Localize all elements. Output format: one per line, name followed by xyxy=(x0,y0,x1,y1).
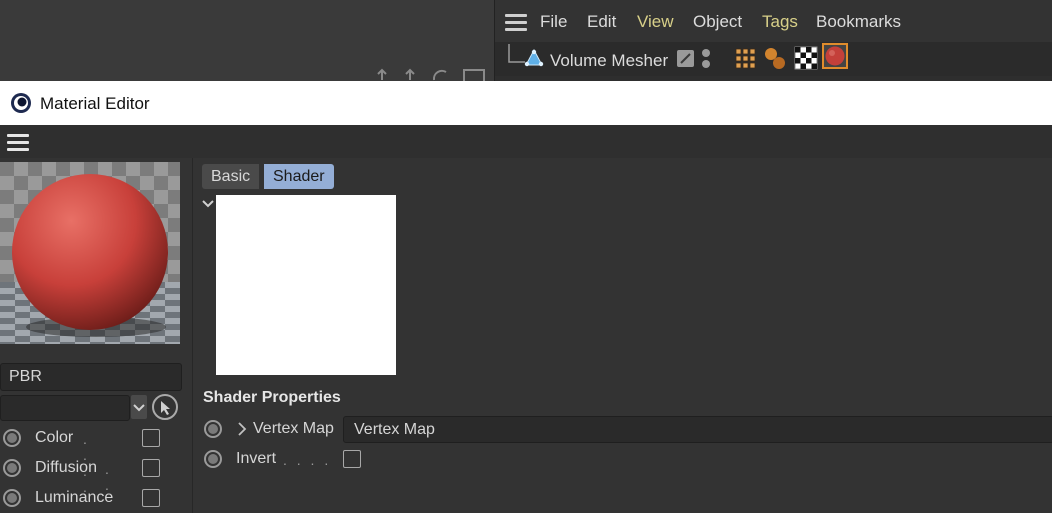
channel-luminance-checkbox[interactable] xyxy=(142,489,160,507)
editor-hamburger-menu-icon[interactable] xyxy=(7,134,29,155)
dotted-leader: . . . . xyxy=(283,452,332,468)
cinema4d-logo-icon xyxy=(11,93,31,113)
section-title: Shader Properties xyxy=(203,389,341,406)
material-editor-toolbar xyxy=(0,125,1052,159)
object-manager-menubar: File Edit View Object Tags Bookmarks xyxy=(495,0,1052,42)
hamburger-menu-icon[interactable] xyxy=(505,14,527,35)
spheres-tag-icon[interactable] xyxy=(763,46,787,70)
invert-keyframe-icon[interactable] xyxy=(204,450,222,468)
material-tag-selected-icon[interactable] xyxy=(822,43,848,69)
shader-preview xyxy=(216,195,396,375)
tab-basic[interactable]: Basic xyxy=(202,164,260,189)
material-editor-titlebar[interactable]: Material Editor xyxy=(0,81,1052,125)
channel-luminance-label: Luminance xyxy=(35,489,114,506)
checker-tag-icon[interactable] xyxy=(794,46,818,70)
menu-view[interactable]: View xyxy=(637,12,674,32)
menu-file[interactable]: File xyxy=(540,12,567,32)
render-visibility-dots-icon[interactable] xyxy=(702,49,710,68)
menu-tags[interactable]: Tags xyxy=(762,12,798,32)
viewport-nav-icons[interactable] xyxy=(370,66,490,82)
pick-cursor-icon[interactable] xyxy=(152,394,178,420)
invert-checkbox[interactable] xyxy=(343,450,361,468)
menu-bookmarks[interactable]: Bookmarks xyxy=(816,12,901,32)
vertex-map-keyframe-icon[interactable] xyxy=(204,420,222,438)
tab-shader[interactable]: Shader xyxy=(264,164,334,189)
object-row[interactable]: Volume Mesher xyxy=(495,42,1052,76)
chevron-down-icon[interactable] xyxy=(131,395,147,419)
window-title: Material Editor xyxy=(40,94,150,113)
channel-color-checkbox[interactable] xyxy=(142,429,160,447)
channel-diffusion-checkbox[interactable] xyxy=(142,459,160,477)
material-preview[interactable] xyxy=(0,162,180,344)
channel-color-keyframe-icon[interactable] xyxy=(3,429,21,447)
material-left-panel: PBR Color . . . . Diffusion . . Luminanc… xyxy=(0,158,193,513)
channel-diffusion-label: Diffusion xyxy=(35,459,97,476)
expand-chevron-right-icon[interactable] xyxy=(236,421,248,437)
volume-mesher-icon xyxy=(524,48,544,67)
invert-label: Invert xyxy=(236,450,277,467)
edit-visibility-icon[interactable] xyxy=(677,50,694,67)
menu-edit[interactable]: Edit xyxy=(587,12,616,32)
channel-color-label: Color xyxy=(35,429,74,446)
object-name[interactable]: Volume Mesher xyxy=(550,51,668,71)
channel-diffusion-keyframe-icon[interactable] xyxy=(3,459,21,477)
material-type-dropdown[interactable] xyxy=(0,395,130,421)
volume-tag-icon[interactable] xyxy=(733,46,757,70)
viewport-area xyxy=(0,0,494,82)
vertex-map-label: Vertex Map xyxy=(253,420,334,437)
material-name-field[interactable]: PBR xyxy=(0,363,182,391)
collapse-chevron-icon[interactable] xyxy=(201,198,215,210)
vertex-map-field[interactable]: Vertex Map xyxy=(343,416,1052,443)
menu-object[interactable]: Object xyxy=(693,12,742,32)
channel-luminance-keyframe-icon[interactable] xyxy=(3,489,21,507)
